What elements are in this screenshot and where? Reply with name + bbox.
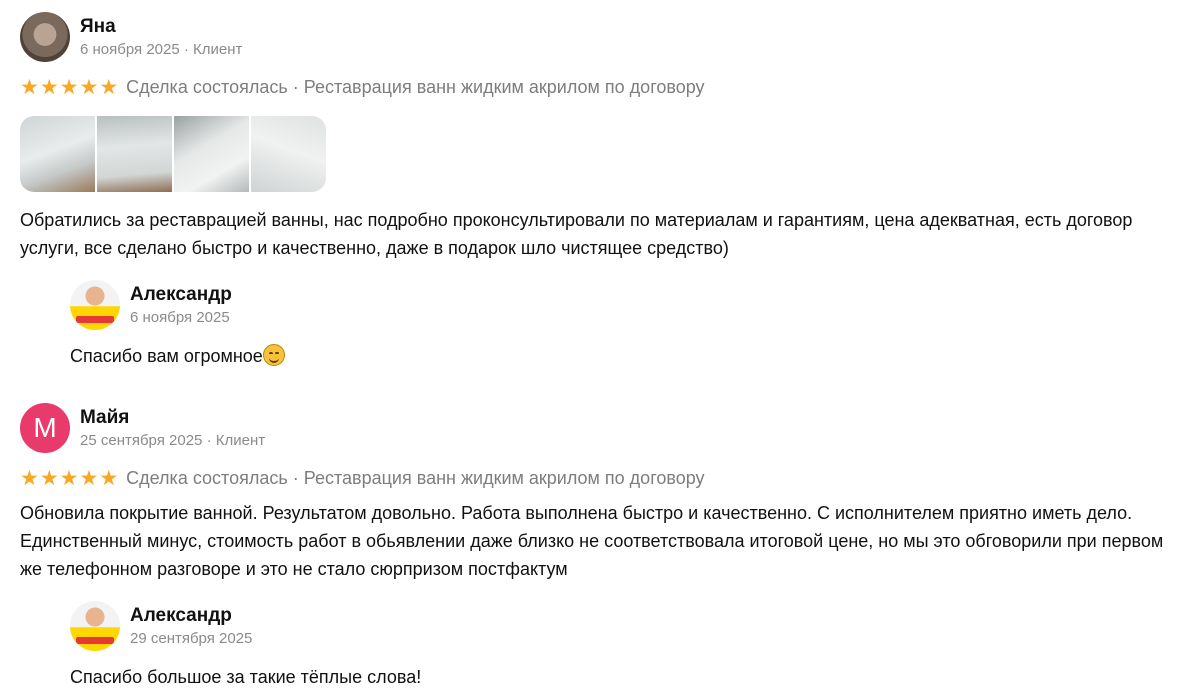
seller-name[interactable]: Александр xyxy=(130,283,232,307)
review-date-role: 6 ноября 2025 · Клиент xyxy=(80,40,242,60)
author-role: Клиент xyxy=(193,40,243,58)
seller-reply: Александр 6 ноября 2025 Спасибо вам огро… xyxy=(70,280,1180,370)
reply-author: Александр 29 сентября 2025 xyxy=(70,601,1180,651)
reply-author: Александр 6 ноября 2025 xyxy=(70,280,1180,330)
review-date-role: 25 сентября 2025 · Клиент xyxy=(80,431,265,451)
separator: · xyxy=(202,431,216,449)
review-author: Яна 6 ноября 2025 · Клиент xyxy=(20,12,1180,62)
star-icon: ★ xyxy=(59,74,79,99)
review-card: Яна 6 ноября 2025 · Клиент ★ ★ ★ ★ ★ Сде… xyxy=(20,12,1180,370)
review-text: Обновила покрытие ванной. Результатом до… xyxy=(20,503,1164,579)
review-card: М Майя 25 сентября 2025 · Клиент ★ ★ ★ ★… xyxy=(20,403,1180,691)
star-icon: ★ xyxy=(39,465,59,490)
star-icon: ★ xyxy=(20,74,39,99)
author-name[interactable]: Майя xyxy=(80,406,265,430)
star-rating: ★ ★ ★ ★ ★ xyxy=(20,74,119,99)
author-role: Клиент xyxy=(215,431,266,449)
review-photos xyxy=(20,116,1180,192)
reply-meta: Александр 6 ноября 2025 xyxy=(130,283,232,328)
review-text: Обратились за реставрацией ванны, нас по… xyxy=(20,210,1133,258)
review-photo[interactable] xyxy=(97,116,172,192)
star-icon: ★ xyxy=(39,74,59,99)
star-icon: ★ xyxy=(99,465,119,490)
star-icon: ★ xyxy=(59,465,79,490)
reply-meta: Александр 29 сентября 2025 xyxy=(130,604,252,649)
author-name[interactable]: Яна xyxy=(80,15,242,39)
separator: · xyxy=(179,40,194,58)
rating-row: ★ ★ ★ ★ ★ Сделка состоялась · Реставраци… xyxy=(20,465,1180,491)
avatar-letter: М xyxy=(33,412,57,443)
review-date: 25 сентября 2025 xyxy=(80,431,203,449)
reply-text-row: Спасибо вам огромное xyxy=(70,342,1180,370)
review-date: 6 ноября 2025 xyxy=(80,40,180,58)
seller-name[interactable]: Александр xyxy=(130,604,252,628)
author-avatar[interactable]: М xyxy=(20,403,70,453)
seller-reply: Александр 29 сентября 2025 Спасибо больш… xyxy=(70,601,1180,691)
star-icon: ★ xyxy=(79,465,99,490)
deal-status: Сделка состоялась · Реставрация ванн жид… xyxy=(126,467,705,488)
review-photo[interactable] xyxy=(20,116,95,192)
review-photo[interactable] xyxy=(174,116,249,192)
review-author: М Майя 25 сентября 2025 · Клиент xyxy=(20,403,1180,453)
review-photo[interactable] xyxy=(251,116,326,192)
star-icon: ★ xyxy=(79,74,99,99)
reply-date: 6 ноября 2025 xyxy=(130,308,230,326)
reply-date: 29 сентября 2025 xyxy=(130,629,253,647)
author-meta: Майя 25 сентября 2025 · Клиент xyxy=(80,406,265,451)
reply-text: Спасибо вам огромное xyxy=(70,346,263,366)
smiling-face-emoji-icon xyxy=(262,344,285,366)
rating-row: ★ ★ ★ ★ ★ Сделка состоялась · Реставраци… xyxy=(20,74,1180,100)
star-icon: ★ xyxy=(99,74,119,99)
reply-text: Спасибо большое за такие тёплые слова! xyxy=(70,667,422,687)
deal-status: Сделка состоялась · Реставрация ванн жид… xyxy=(126,76,705,97)
seller-avatar[interactable] xyxy=(70,601,120,651)
star-icon: ★ xyxy=(20,465,39,490)
author-meta: Яна 6 ноября 2025 · Клиент xyxy=(80,15,242,60)
author-avatar[interactable] xyxy=(20,12,70,62)
star-rating: ★ ★ ★ ★ ★ xyxy=(20,465,119,490)
seller-avatar[interactable] xyxy=(70,280,120,330)
